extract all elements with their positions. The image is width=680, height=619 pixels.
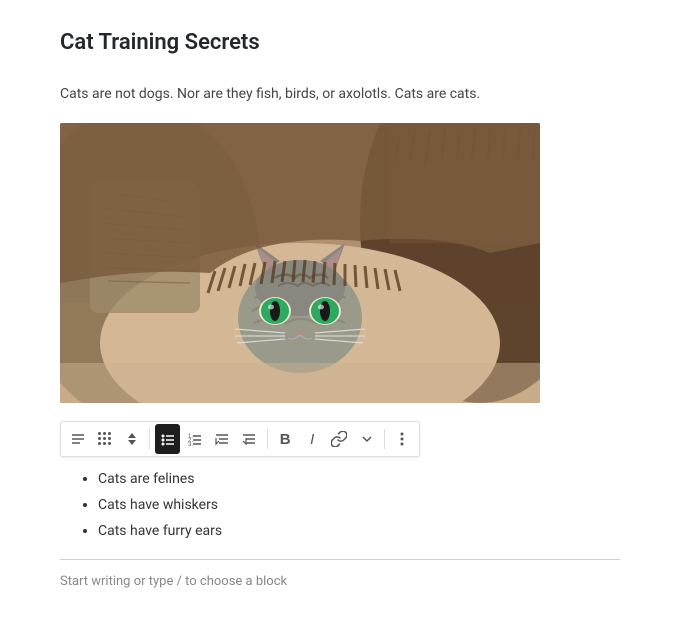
toolbar-ordered-list-button[interactable]: 1. 2. 3. xyxy=(182,424,207,454)
toolbar-outdent-button[interactable] xyxy=(237,424,262,454)
post-title: Cat Training Secrets xyxy=(60,30,620,55)
toolbar-grid-button[interactable] xyxy=(92,424,117,454)
add-block-area[interactable]: Start writing or type / to choose a bloc… xyxy=(60,559,620,589)
cat-image-block[interactable] xyxy=(60,123,540,403)
toolbar-separator-1 xyxy=(149,429,150,449)
toolbar-separator-2 xyxy=(267,429,268,449)
toolbar-separator-3 xyxy=(384,429,385,449)
list-block[interactable]: Cats are felines Cats have whiskers Cats… xyxy=(60,467,620,544)
list-item-3[interactable]: Cats have furry ears xyxy=(98,519,620,545)
list-item-2[interactable]: Cats have whiskers xyxy=(98,493,620,519)
toolbar-italic-button[interactable]: I xyxy=(300,424,325,454)
post-intro: Cats are not dogs. Nor are they fish, bi… xyxy=(60,83,620,105)
add-block-hint: Start writing or type / to choose a bloc… xyxy=(60,574,287,589)
toolbar-more-button[interactable] xyxy=(390,424,415,454)
toolbar-align-button[interactable] xyxy=(65,424,90,454)
toolbar-unordered-list-button[interactable] xyxy=(155,424,180,454)
toolbar-link-button[interactable] xyxy=(327,424,352,454)
list-item-1[interactable]: Cats are felines xyxy=(98,467,620,493)
toolbar-dropdown-button[interactable] xyxy=(354,424,379,454)
toolbar-indent-button[interactable] xyxy=(209,424,234,454)
toolbar-bold-button[interactable]: B xyxy=(273,424,298,454)
svg-text:3.: 3. xyxy=(188,442,193,447)
bullet-list: Cats are felines Cats have whiskers Cats… xyxy=(80,467,620,544)
toolbar-move-button[interactable] xyxy=(119,424,144,454)
block-toolbar: 1. 2. 3. xyxy=(60,421,420,457)
